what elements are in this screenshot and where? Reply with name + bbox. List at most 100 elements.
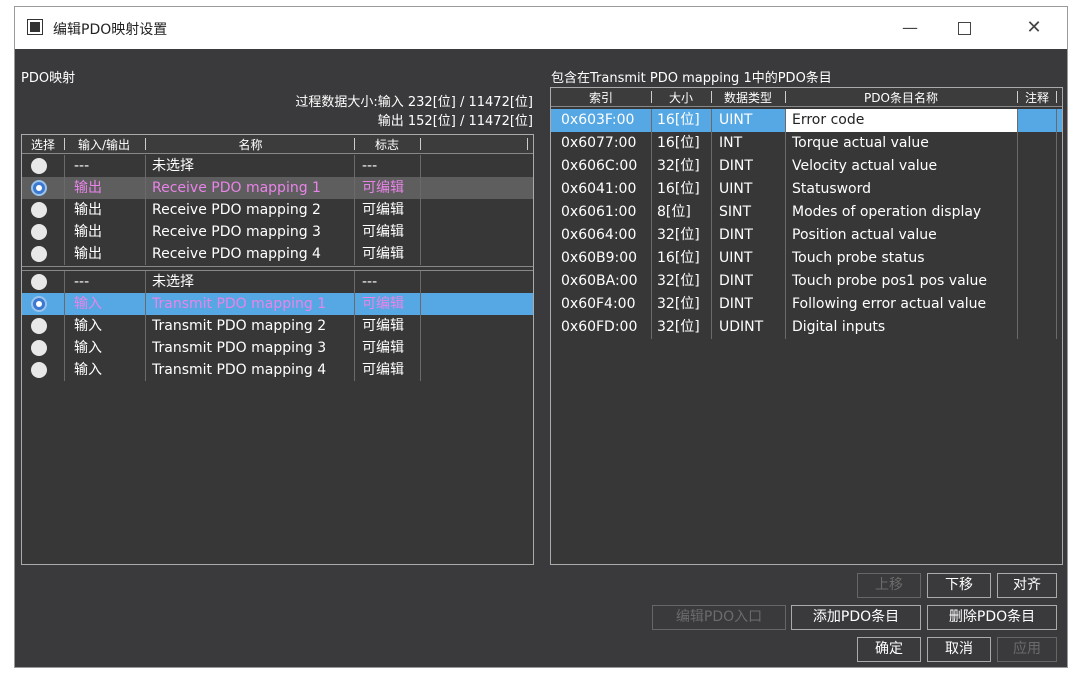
cell-separator: [420, 221, 421, 243]
header-separator: [711, 91, 712, 103]
pdo-entry-row[interactable]: 0x60B9:00 16[位] UINT Touch probe status: [551, 247, 1062, 270]
pdo-mapping-row[interactable]: 输入 Transmit PDO mapping 3 可编辑: [22, 337, 533, 359]
datatype-cell: DINT: [719, 158, 753, 174]
select-radio[interactable]: [31, 362, 47, 378]
pdo-mapping-row[interactable]: 输出 Receive PDO mapping 3 可编辑: [22, 221, 533, 243]
mapping-name-cell: Transmit PDO mapping 3: [152, 340, 327, 356]
entry-name-cell: Position actual value: [792, 227, 937, 243]
cell-separator: [651, 247, 652, 270]
pdo-mapping-row[interactable]: --- 未选择 ---: [22, 271, 533, 293]
pdo-mapping-list[interactable]: 选择 输入/输出 名称 标志 --- 未选择 --- 输出 Receive PD…: [21, 134, 534, 565]
pdo-entry-row[interactable]: 0x6064:00 32[位] DINT Position actual val…: [551, 224, 1062, 247]
io-cell: 输出: [74, 202, 102, 218]
flag-cell: 可编辑: [362, 180, 404, 196]
cell-separator: [420, 199, 421, 221]
select-radio[interactable]: [31, 318, 47, 334]
size-cell: 32[位]: [657, 227, 700, 243]
cell-separator: [145, 359, 146, 381]
size-cell: 32[位]: [657, 296, 700, 312]
pdo-mapping-row[interactable]: --- 未选择 ---: [22, 155, 533, 177]
pdo-mapping-row[interactable]: 输入 Transmit PDO mapping 1 可编辑: [22, 293, 533, 315]
process-data-label: 过程数据大小:输入: [295, 95, 404, 110]
pdo-entry-row[interactable]: 0x60BA:00 32[位] DINT Touch probe pos1 po…: [551, 270, 1062, 293]
pdo-mapping-row[interactable]: 输出 Receive PDO mapping 2 可编辑: [22, 199, 533, 221]
col-size[interactable]: 大小: [653, 89, 709, 106]
col-index[interactable]: 索引: [551, 89, 651, 106]
select-radio[interactable]: [31, 340, 47, 356]
cell-separator: [354, 243, 355, 265]
cell-separator: [651, 293, 652, 316]
entry-name-cell: Velocity actual value: [792, 158, 938, 174]
edit-pdo-entry-button[interactable]: 编辑PDO入口: [652, 605, 786, 630]
pdo-entry-row[interactable]: 0x606C:00 32[位] DINT Velocity actual val…: [551, 155, 1062, 178]
cell-separator: [420, 155, 421, 177]
cell-separator: [1017, 224, 1018, 247]
flag-cell: ---: [362, 158, 378, 174]
select-radio[interactable]: [31, 224, 47, 240]
select-radio[interactable]: [31, 202, 47, 218]
move-up-button[interactable]: 上移: [857, 573, 921, 598]
select-radio[interactable]: [31, 180, 47, 196]
pdo-entry-row[interactable]: 0x6077:00 16[位] INT Torque actual value: [551, 132, 1062, 155]
index-cell: 0x6061:00: [561, 204, 637, 220]
pdo-entry-row[interactable]: 0x6041:00 16[位] UINT Statusword: [551, 178, 1062, 201]
col-select[interactable]: 选择: [24, 136, 62, 153]
io-cell: 输出: [74, 180, 102, 196]
pdo-mapping-row[interactable]: 输出 Receive PDO mapping 4 可编辑: [22, 243, 533, 265]
mapping-name-cell: 未选择: [152, 158, 194, 174]
add-pdo-entry-button[interactable]: 添加PDO条目: [791, 605, 921, 630]
pdo-entry-row[interactable]: 0x60FD:00 32[位] UDINT Digital inputs: [551, 316, 1062, 339]
header-separator: [145, 138, 146, 150]
cell-separator: [420, 337, 421, 359]
pdo-mapping-row[interactable]: 输出 Receive PDO mapping 1 可编辑: [22, 177, 533, 199]
flag-cell: 可编辑: [362, 340, 404, 356]
cell-separator: [354, 177, 355, 199]
input-size: 232[位] / 11472[位]: [407, 95, 533, 110]
minimize-button[interactable]: —: [887, 7, 933, 49]
io-cell: 输入: [74, 318, 102, 334]
align-button[interactable]: 对齐: [997, 573, 1057, 598]
ok-button[interactable]: 确定: [857, 637, 921, 662]
cell-separator: [354, 271, 355, 293]
cell-separator: [651, 132, 652, 155]
title-bar[interactable]: 编辑PDO映射设置 — ✕: [15, 7, 1067, 49]
col-io[interactable]: 输入/输出: [66, 136, 142, 153]
col-flag[interactable]: 标志: [356, 136, 418, 153]
entry-name-cell: Following error actual value: [792, 296, 987, 312]
header-separator: [420, 138, 421, 150]
apply-button[interactable]: 应用: [997, 637, 1057, 662]
cancel-button[interactable]: 取消: [927, 637, 991, 662]
pdo-mapping-row[interactable]: 输入 Transmit PDO mapping 4 可编辑: [22, 359, 533, 381]
col-entry-name[interactable]: PDO条目名称: [787, 89, 1015, 106]
cell-separator: [1056, 132, 1057, 155]
pdo-entry-row[interactable]: 0x6061:00 8[位] SINT Modes of operation d…: [551, 201, 1062, 224]
col-datatype[interactable]: 数据类型: [713, 89, 783, 106]
datatype-cell: UINT: [719, 250, 753, 266]
cell-separator: [711, 201, 712, 224]
close-button[interactable]: ✕: [1011, 7, 1057, 49]
flag-cell: 可编辑: [362, 362, 404, 378]
pdo-entry-row[interactable]: 0x60F4:00 32[位] DINT Following error act…: [551, 293, 1062, 316]
pdo-entry-row[interactable]: 0x603F:00 16[位] UINT Error code: [551, 109, 1062, 132]
col-comment[interactable]: 注释: [1019, 89, 1055, 106]
cell-separator: [1056, 109, 1057, 132]
flag-cell: 可编辑: [362, 318, 404, 334]
cell-separator: [1056, 178, 1057, 201]
select-radio[interactable]: [31, 274, 47, 290]
cell-separator: [1017, 293, 1018, 316]
pdo-entries-table[interactable]: 索引 大小 数据类型 PDO条目名称 注释 0x603F:00 16[位] UI…: [550, 87, 1063, 565]
cell-separator: [64, 315, 65, 337]
col-name[interactable]: 名称: [148, 136, 353, 153]
cell-separator: [711, 109, 712, 132]
select-radio[interactable]: [31, 158, 47, 174]
select-radio[interactable]: [31, 296, 47, 312]
maximize-button[interactable]: [941, 7, 987, 49]
entry-name-cell: Digital inputs: [792, 319, 886, 335]
move-down-button[interactable]: 下移: [927, 573, 991, 598]
pdo-mapping-row[interactable]: 输入 Transmit PDO mapping 2 可编辑: [22, 315, 533, 337]
header-separator: [64, 138, 65, 150]
index-cell: 0x60B9:00: [561, 250, 638, 266]
delete-pdo-entry-button[interactable]: 删除PDO条目: [927, 605, 1057, 630]
select-radio[interactable]: [31, 246, 47, 262]
flag-cell: 可编辑: [362, 202, 404, 218]
